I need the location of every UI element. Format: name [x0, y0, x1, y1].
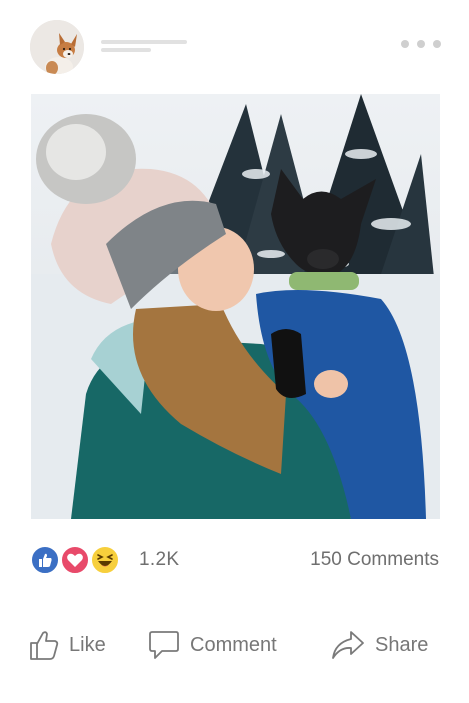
like-label: Like — [69, 633, 106, 656]
dog-avatar-icon[interactable] — [30, 20, 84, 74]
comment-label: Comment — [190, 633, 277, 656]
comments-count-link[interactable]: 150 Comments — [310, 549, 439, 571]
comment-icon — [149, 631, 179, 659]
more-dots-icon[interactable] — [401, 38, 441, 50]
haha-reaction-icon — [90, 545, 120, 575]
like-reaction-icon — [30, 545, 60, 575]
reaction-count: 1.2K — [139, 549, 180, 570]
author-name-placeholder — [101, 40, 187, 44]
share-icon — [332, 631, 364, 659]
love-reaction-icon — [60, 545, 90, 575]
share-button[interactable]: Share — [331, 625, 428, 665]
post-card: 1.2K 150 Comments Like Comment Share — [0, 0, 469, 703]
like-button[interactable]: Like — [29, 625, 106, 665]
post-photo[interactable] — [31, 94, 440, 519]
like-icon — [30, 631, 59, 660]
post-time-placeholder — [101, 48, 151, 52]
comment-button[interactable]: Comment — [148, 625, 277, 665]
share-label: Share — [375, 633, 429, 656]
reaction-icons[interactable] — [30, 545, 122, 575]
